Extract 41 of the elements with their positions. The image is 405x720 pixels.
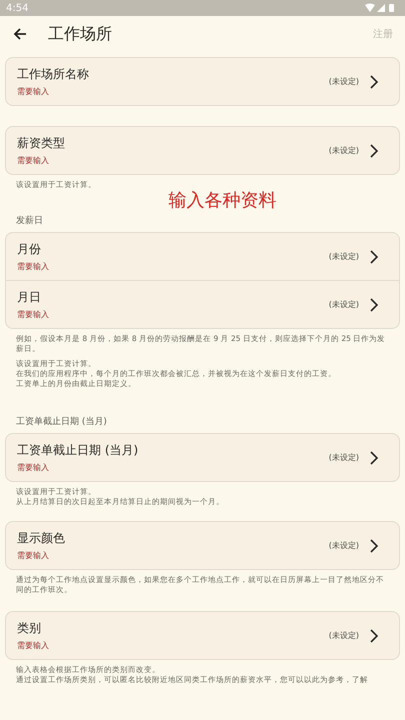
chevron-right-icon: [369, 74, 379, 88]
setting-row[interactable]: 显示颜色 需要输入 (未设定): [6, 522, 399, 569]
setting-title: 显示颜色: [17, 530, 66, 547]
setting-row[interactable]: 工资单截止日期 (当月) 需要输入 (未设定): [6, 434, 399, 481]
setting-value: (未设定): [328, 251, 359, 262]
setting-row[interactable]: 月日 需要输入 (未设定): [6, 280, 399, 328]
section-label: 发薪日: [16, 214, 44, 227]
status-time: 4:54: [6, 2, 28, 14]
chevron-right-icon: [369, 144, 379, 158]
setting-value: (未设定): [328, 145, 359, 156]
required-hint: 需要输入: [17, 550, 50, 561]
chevron-right-icon: [369, 298, 379, 312]
caption-text: 输入各种资料: [168, 190, 276, 212]
required-hint: 需要输入: [17, 261, 50, 272]
section-label: 工资单截止日期 (当月): [16, 416, 108, 428]
setting-title: 工作场所名称: [17, 66, 90, 83]
setting-value: (未设定): [328, 299, 359, 310]
setting-value: (未设定): [328, 630, 359, 641]
setting-title: 薪资类型: [17, 135, 66, 152]
required-hint: 需要输入: [17, 462, 50, 473]
chevron-right-icon: [369, 538, 379, 552]
setting-row[interactable]: 月份 需要输入 (未设定): [6, 233, 399, 280]
required-hint: 需要输入: [17, 86, 50, 97]
required-hint: 需要输入: [17, 155, 50, 166]
chevron-right-icon: [369, 628, 379, 642]
chevron-right-icon: [369, 250, 379, 264]
required-hint: 需要输入: [17, 309, 50, 320]
setting-title: 类别: [17, 620, 42, 637]
setting-row[interactable]: 类别 需要输入 (未设定): [6, 612, 399, 659]
page-title: 工作场所: [48, 24, 113, 44]
setting-value: (未设定): [328, 76, 359, 87]
setting-title: 工资单截止日期 (当月): [17, 442, 140, 459]
chevron-right-icon: [369, 450, 379, 464]
setting-title: 月日: [17, 289, 42, 306]
setting-value: (未设定): [328, 452, 359, 463]
setting-title: 月份: [17, 241, 42, 258]
setting-row[interactable]: 工作场所名称 需要输入 (未设定): [6, 58, 399, 105]
back-arrow-icon[interactable]: [12, 26, 28, 42]
required-hint: 需要输入: [17, 640, 50, 651]
setting-row[interactable]: 薪资类型 需要输入 (未设定): [6, 127, 399, 174]
setting-value: (未设定): [328, 540, 359, 551]
